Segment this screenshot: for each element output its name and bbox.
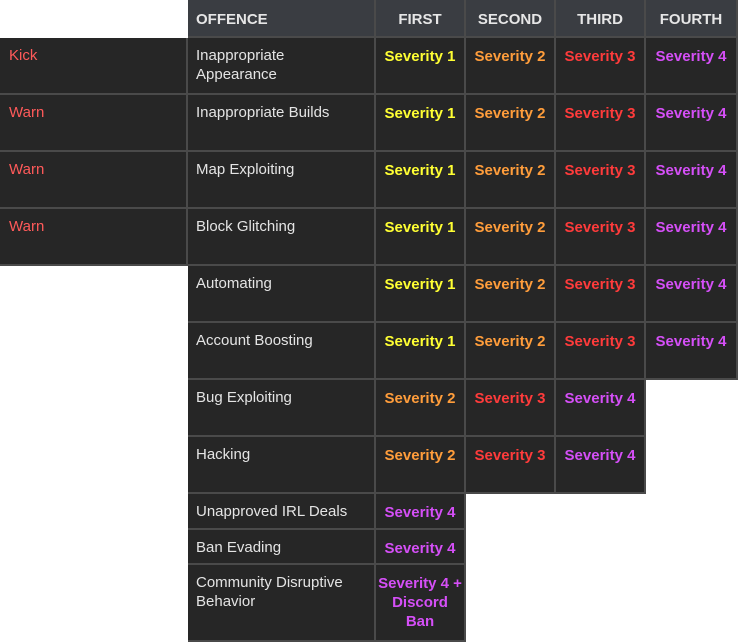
fourth-offence-severity: Severity 4 [646, 152, 738, 209]
first-offence-severity: Severity 1 [376, 95, 466, 152]
first-offence-severity: Severity 4 [376, 530, 466, 565]
first-offence-severity: Severity 2 [376, 437, 466, 494]
third-offence-severity: Severity 3 [556, 38, 646, 95]
third-offence-severity: Severity 4 [556, 437, 646, 494]
offence-name: Hacking [188, 437, 376, 494]
row-action: Kick [0, 38, 188, 95]
third-offence-severity: Severity 3 [556, 266, 646, 323]
second-offence-severity: Severity 2 [466, 95, 556, 152]
first-offence-severity: Severity 1 [376, 266, 466, 323]
row-action: Warn [0, 95, 188, 152]
second-offence-severity: Severity 3 [466, 437, 556, 494]
fourth-offence-severity: Severity 4 [646, 95, 738, 152]
second-offence-severity: Severity 3 [466, 380, 556, 437]
offence-name: Bug Exploiting [188, 380, 376, 437]
second-offence-severity: Severity 2 [466, 323, 556, 380]
third-offence-severity: Severity 4 [556, 380, 646, 437]
first-offence-severity: Severity 2 [376, 380, 466, 437]
header-offence: OFFENCE [188, 0, 376, 38]
offence-name: Account Boosting [188, 323, 376, 380]
second-offence-severity: Severity 2 [466, 38, 556, 95]
offence-name: Ban Evading [188, 530, 376, 565]
first-offence-severity: Severity 1 [376, 152, 466, 209]
header-third: THIRD [556, 0, 646, 38]
third-offence-severity: Severity 3 [556, 209, 646, 266]
first-offence-severity: Severity 4 + Discord Ban [376, 565, 466, 642]
fourth-offence-severity: Severity 4 [646, 38, 738, 95]
second-offence-severity: Severity 2 [466, 209, 556, 266]
header-fourth: FOURTH [646, 0, 738, 38]
second-offence-severity: Severity 2 [466, 152, 556, 209]
first-offence-severity: Severity 1 [376, 38, 466, 95]
third-offence-severity: Severity 3 [556, 95, 646, 152]
offence-name: Unapproved IRL Deals [188, 494, 376, 530]
offence-name: Inappropriate Appearance [188, 38, 376, 95]
offence-name: Inappropriate Builds [188, 95, 376, 152]
second-offence-severity: Severity 2 [466, 266, 556, 323]
row-action: Warn [0, 152, 188, 209]
third-offence-severity: Severity 3 [556, 323, 646, 380]
offence-name: Automating [188, 266, 376, 323]
first-offence-severity: Severity 1 [376, 209, 466, 266]
header-first: FIRST [376, 0, 466, 38]
row-action: Warn [0, 209, 188, 266]
first-offence-severity: Severity 4 [376, 494, 466, 530]
first-offence-severity: Severity 1 [376, 323, 466, 380]
fourth-offence-severity: Severity 4 [646, 209, 738, 266]
offence-name: Block Glitching [188, 209, 376, 266]
header-second: SECOND [466, 0, 556, 38]
third-offence-severity: Severity 3 [556, 152, 646, 209]
offence-name: Map Exploiting [188, 152, 376, 209]
fourth-offence-severity: Severity 4 [646, 323, 738, 380]
fourth-offence-severity: Severity 4 [646, 266, 738, 323]
offence-name: Community Disruptive Behavior [188, 565, 376, 642]
